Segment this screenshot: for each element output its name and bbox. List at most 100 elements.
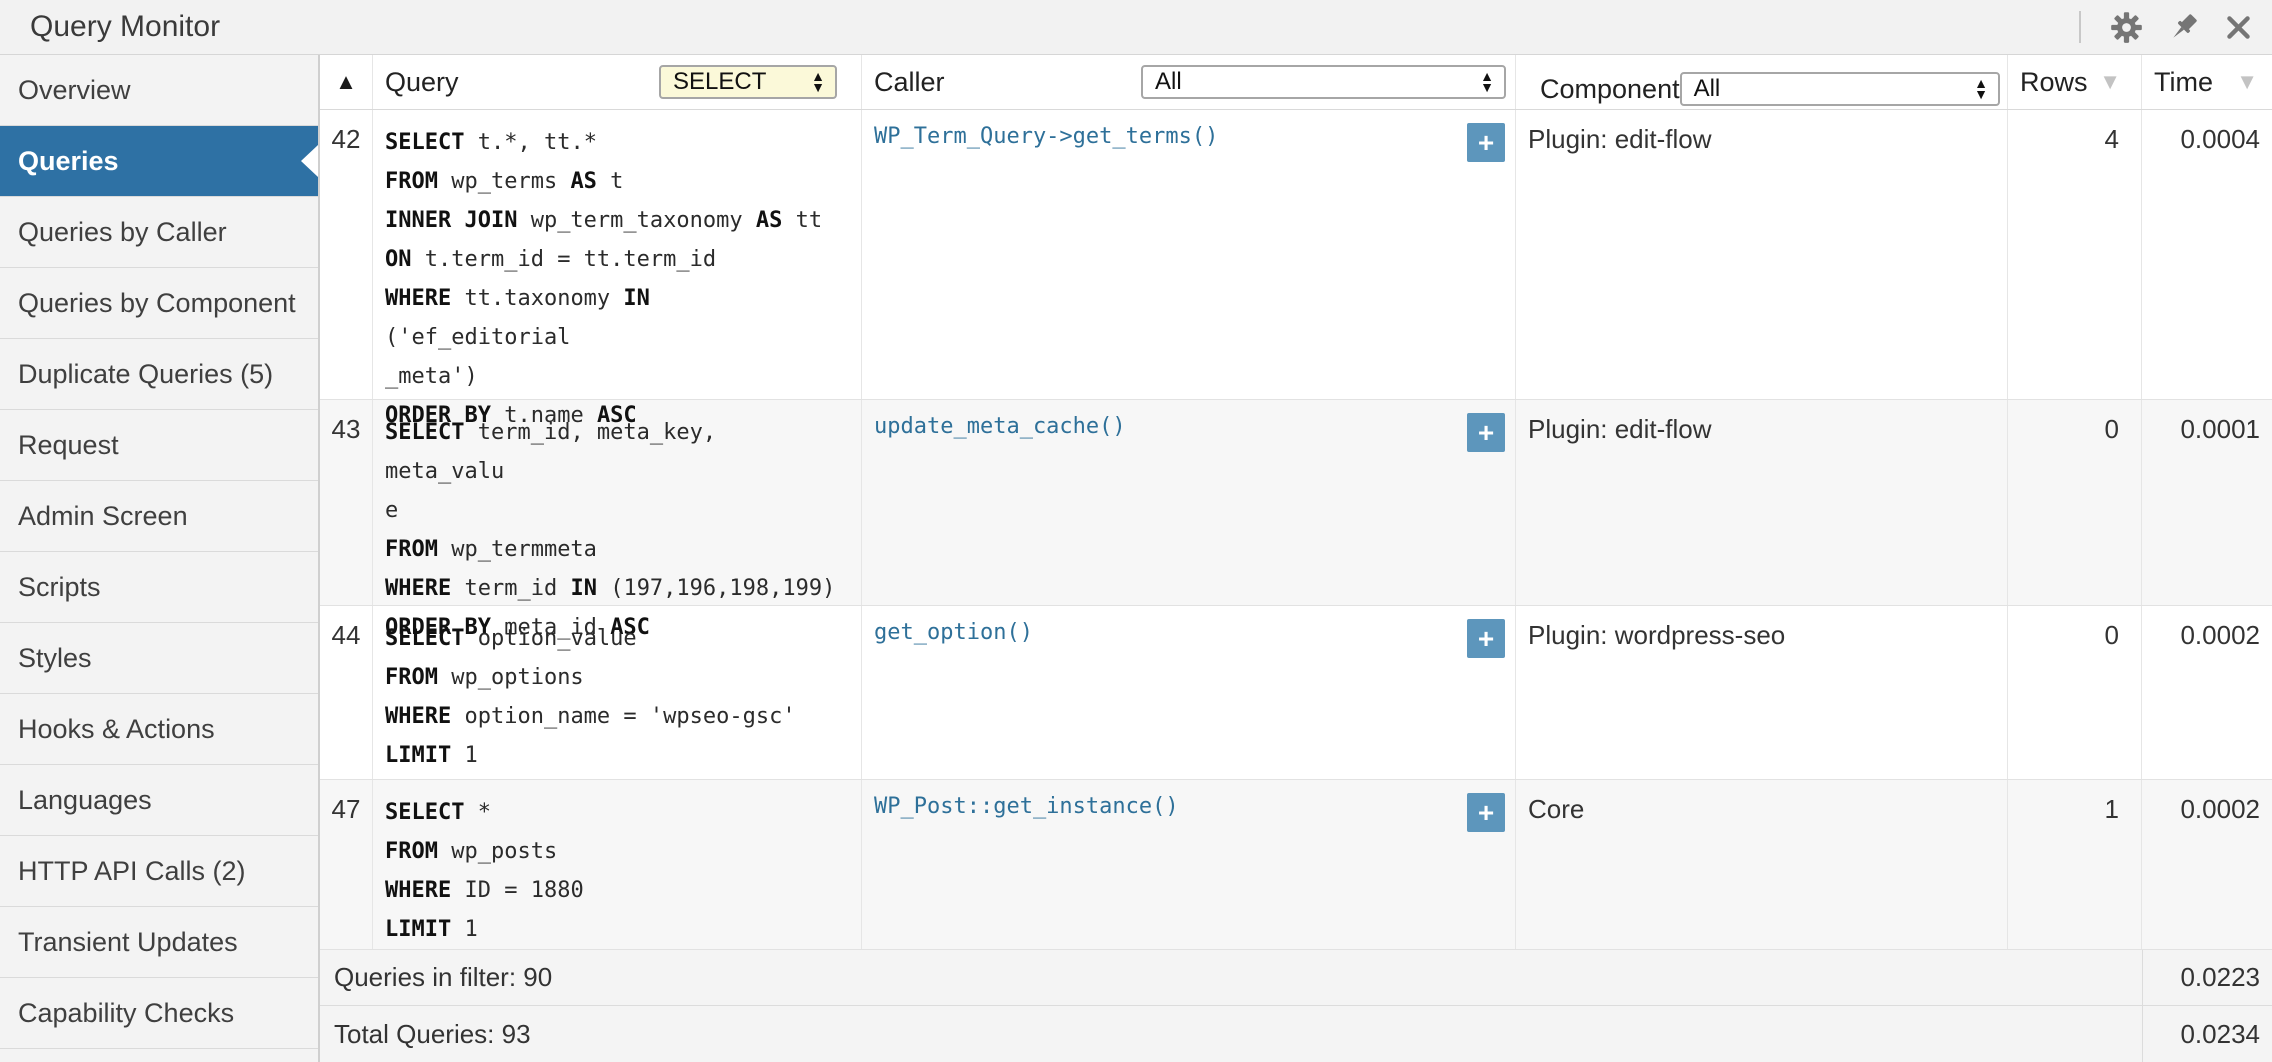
component-column-label: Component — [1528, 74, 1680, 105]
query-sql: SELECT option_valueFROM wp_optionsWHERE … — [373, 606, 861, 783]
select-spinner-icon: ▲▼ — [1966, 78, 1988, 100]
settings-button[interactable] — [2109, 10, 2144, 45]
rows-cell: 4 — [2008, 110, 2142, 399]
time-column-label: Time — [2154, 67, 2213, 98]
caller-header-cell: Caller All ▲▼ — [862, 55, 1516, 109]
close-button[interactable] — [2223, 12, 2254, 43]
table-row: 43 SELECT term_id, meta_key, meta_valueF… — [320, 400, 2272, 606]
table-header: ▲ Query SELECT ▲▼ Caller All ▲▼ Componen… — [320, 55, 2272, 110]
query-column-label: Query — [373, 67, 459, 98]
sidebar-item-hooks-actions[interactable]: Hooks & Actions — [0, 694, 318, 765]
sidebar-item-label: Styles — [18, 643, 92, 674]
sidebar-item-label: HTTP API Calls (2) — [18, 856, 246, 887]
expand-caller-button[interactable]: + — [1467, 619, 1505, 658]
rows-sort-header[interactable]: Rows ▼ — [2008, 55, 2142, 109]
query-sql: SELECT *FROM wp_postsWHERE ID = 1880LIMI… — [373, 780, 861, 957]
sort-header-cell[interactable]: ▲ — [320, 55, 373, 109]
time-cell: 0.0002 — [2142, 780, 2272, 949]
rows-cell: 0 — [2008, 606, 2142, 779]
pin-button[interactable] — [2166, 10, 2201, 45]
sidebar-item-label: Queries by Caller — [18, 217, 227, 248]
sidebar-item-request[interactable]: Request — [0, 410, 318, 481]
component-filter-select[interactable]: All ▲▼ — [1680, 72, 2000, 106]
caller-link[interactable]: WP_Post::get_instance() — [862, 780, 1179, 819]
sidebar-item-languages[interactable]: Languages — [0, 765, 318, 836]
titlebar-tools — [2079, 10, 2272, 45]
titlebar-divider — [2079, 11, 2081, 43]
queries-panel: ▲ Query SELECT ▲▼ Caller All ▲▼ Componen… — [320, 55, 2272, 1062]
time-cell: 0.0004 — [2142, 110, 2272, 399]
sidebar-item-queries[interactable]: Queries — [0, 126, 318, 197]
time-sort-header[interactable]: Time ▼ — [2142, 55, 2272, 109]
query-header-cell: Query SELECT ▲▼ — [373, 55, 862, 109]
sidebar-item-queries-by-component[interactable]: Queries by Component — [0, 268, 318, 339]
sidebar-item-label: Scripts — [18, 572, 101, 603]
rows-cell: 1 — [2008, 780, 2142, 949]
query-number: 47 — [320, 780, 373, 949]
plus-icon: + — [1478, 797, 1494, 829]
plus-icon: + — [1478, 127, 1494, 159]
sidebar-item-label: Admin Screen — [18, 501, 188, 532]
sidebar-item-admin-screen[interactable]: Admin Screen — [0, 481, 318, 552]
query-number: 42 — [320, 110, 373, 399]
sidebar-item-label: Queries — [18, 146, 119, 177]
sidebar-item-http-api-calls[interactable]: HTTP API Calls (2) — [0, 836, 318, 907]
sort-asc-icon: ▲ — [335, 69, 357, 95]
sidebar: Overview Queries Queries by Caller Queri… — [0, 55, 320, 1062]
sidebar-item-label: Request — [18, 430, 119, 461]
sidebar-item-overview[interactable]: Overview — [0, 55, 318, 126]
table-row: 42 SELECT t.*, tt.*FROM wp_terms AS tINN… — [320, 110, 2272, 400]
sidebar-item-queries-by-caller[interactable]: Queries by Caller — [0, 197, 318, 268]
sort-desc-icon: ▼ — [2099, 69, 2121, 95]
queries-in-filter-row: Queries in filter: 90 0.0223 — [320, 950, 2272, 1006]
caller-link[interactable]: WP_Term_Query->get_terms() — [862, 110, 1218, 149]
component-cell: Plugin: edit-flow — [1516, 110, 2008, 399]
sidebar-item-scripts[interactable]: Scripts — [0, 552, 318, 623]
select-spinner-icon: ▲▼ — [1472, 71, 1494, 93]
caller-column-label: Caller — [862, 67, 945, 98]
expand-caller-button[interactable]: + — [1467, 413, 1505, 452]
query-number: 44 — [320, 606, 373, 779]
caller-filter-select[interactable]: All ▲▼ — [1141, 65, 1506, 99]
gear-icon — [2109, 10, 2144, 45]
component-header-cell: Component All ▲▼ — [1516, 55, 2008, 109]
time-cell: 0.0002 — [2142, 606, 2272, 779]
sidebar-item-label: Duplicate Queries (5) — [18, 359, 273, 390]
total-queries-row: Total Queries: 93 0.0234 — [320, 1006, 2272, 1062]
sidebar-item-transient-updates[interactable]: Transient Updates — [0, 907, 318, 978]
component-cell: Plugin: wordpress-seo — [1516, 606, 2008, 779]
sidebar-item-label: Hooks & Actions — [18, 714, 215, 745]
time-cell: 0.0001 — [2142, 400, 2272, 605]
sidebar-item-label: Transient Updates — [18, 927, 238, 958]
query-filter-value: SELECT — [673, 68, 766, 96]
sort-desc-icon: ▼ — [2236, 69, 2258, 95]
expand-caller-button[interactable]: + — [1467, 123, 1505, 162]
query-type-filter-select[interactable]: SELECT ▲▼ — [659, 65, 837, 99]
sidebar-item-label: Overview — [18, 75, 131, 106]
plus-icon: + — [1478, 623, 1494, 655]
query-number: 43 — [320, 400, 373, 605]
plus-icon: + — [1478, 417, 1494, 449]
queries-in-filter-time: 0.0223 — [2142, 950, 2272, 1005]
pin-icon — [2166, 10, 2201, 45]
component-filter-value: All — [1694, 75, 1721, 103]
table-row: 44 SELECT option_valueFROM wp_optionsWHE… — [320, 606, 2272, 780]
page-title: Query Monitor — [0, 10, 2079, 44]
sidebar-item-label: Capability Checks — [18, 998, 234, 1029]
sidebar-item-label: Queries by Component — [18, 288, 296, 319]
sidebar-item-duplicate-queries[interactable]: Duplicate Queries (5) — [0, 339, 318, 410]
expand-caller-button[interactable]: + — [1467, 793, 1505, 832]
sidebar-item-label: Languages — [18, 785, 152, 816]
table-row: 47 SELECT *FROM wp_postsWHERE ID = 1880L… — [320, 780, 2272, 950]
select-spinner-icon: ▲▼ — [803, 71, 825, 93]
caller-link[interactable]: update_meta_cache() — [862, 400, 1126, 439]
total-queries-label: Total Queries: 93 — [320, 1019, 2142, 1050]
caller-link[interactable]: get_option() — [862, 606, 1033, 645]
queries-in-filter-label: Queries in filter: 90 — [320, 962, 2142, 993]
rows-cell: 0 — [2008, 400, 2142, 605]
total-queries-time: 0.0234 — [2142, 1006, 2272, 1062]
sidebar-item-styles[interactable]: Styles — [0, 623, 318, 694]
caller-filter-value: All — [1155, 68, 1182, 96]
close-icon — [2223, 12, 2254, 43]
sidebar-item-capability-checks[interactable]: Capability Checks — [0, 978, 318, 1049]
